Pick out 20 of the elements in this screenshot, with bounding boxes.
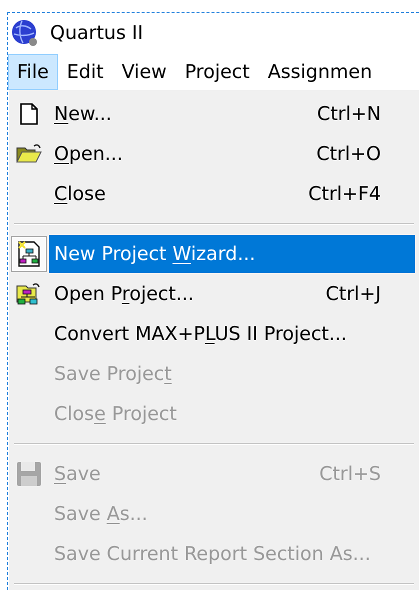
shortcut-text: Ctrl+O: [316, 143, 381, 165]
menu-bar-item[interactable]: Edit: [58, 54, 113, 90]
menu-item[interactable]: New... Ctrl+N: [49, 95, 415, 133]
globe-icon: [10, 18, 40, 48]
menu-item[interactable]: Convert MAX+PLUS II Project...: [49, 315, 415, 353]
menu-bar-item[interactable]: View: [112, 54, 176, 90]
window-title: Quartus II: [50, 22, 144, 44]
shortcut-text: Ctrl+N: [317, 103, 381, 125]
menu-item[interactable]: New Project Wizard...: [49, 235, 415, 273]
menu-bar-item[interactable]: Project: [176, 54, 259, 90]
shortcut-text: Ctrl+S: [319, 463, 381, 485]
menu-bar-item[interactable]: File: [8, 54, 58, 90]
shortcut-text: Ctrl+F4: [308, 183, 381, 205]
wizard-chart-icon: [16, 240, 42, 268]
menu-item[interactable]: Close Ctrl+F4: [49, 175, 415, 213]
shortcut-text: Ctrl+J: [326, 283, 381, 305]
blank-page-icon: [19, 102, 39, 126]
menu-bar-item[interactable]: Assignmen: [258, 54, 382, 90]
menu-item[interactable]: Open Project... Ctrl+J: [49, 275, 415, 313]
menu-item[interactable]: Open... Ctrl+O: [49, 135, 415, 173]
